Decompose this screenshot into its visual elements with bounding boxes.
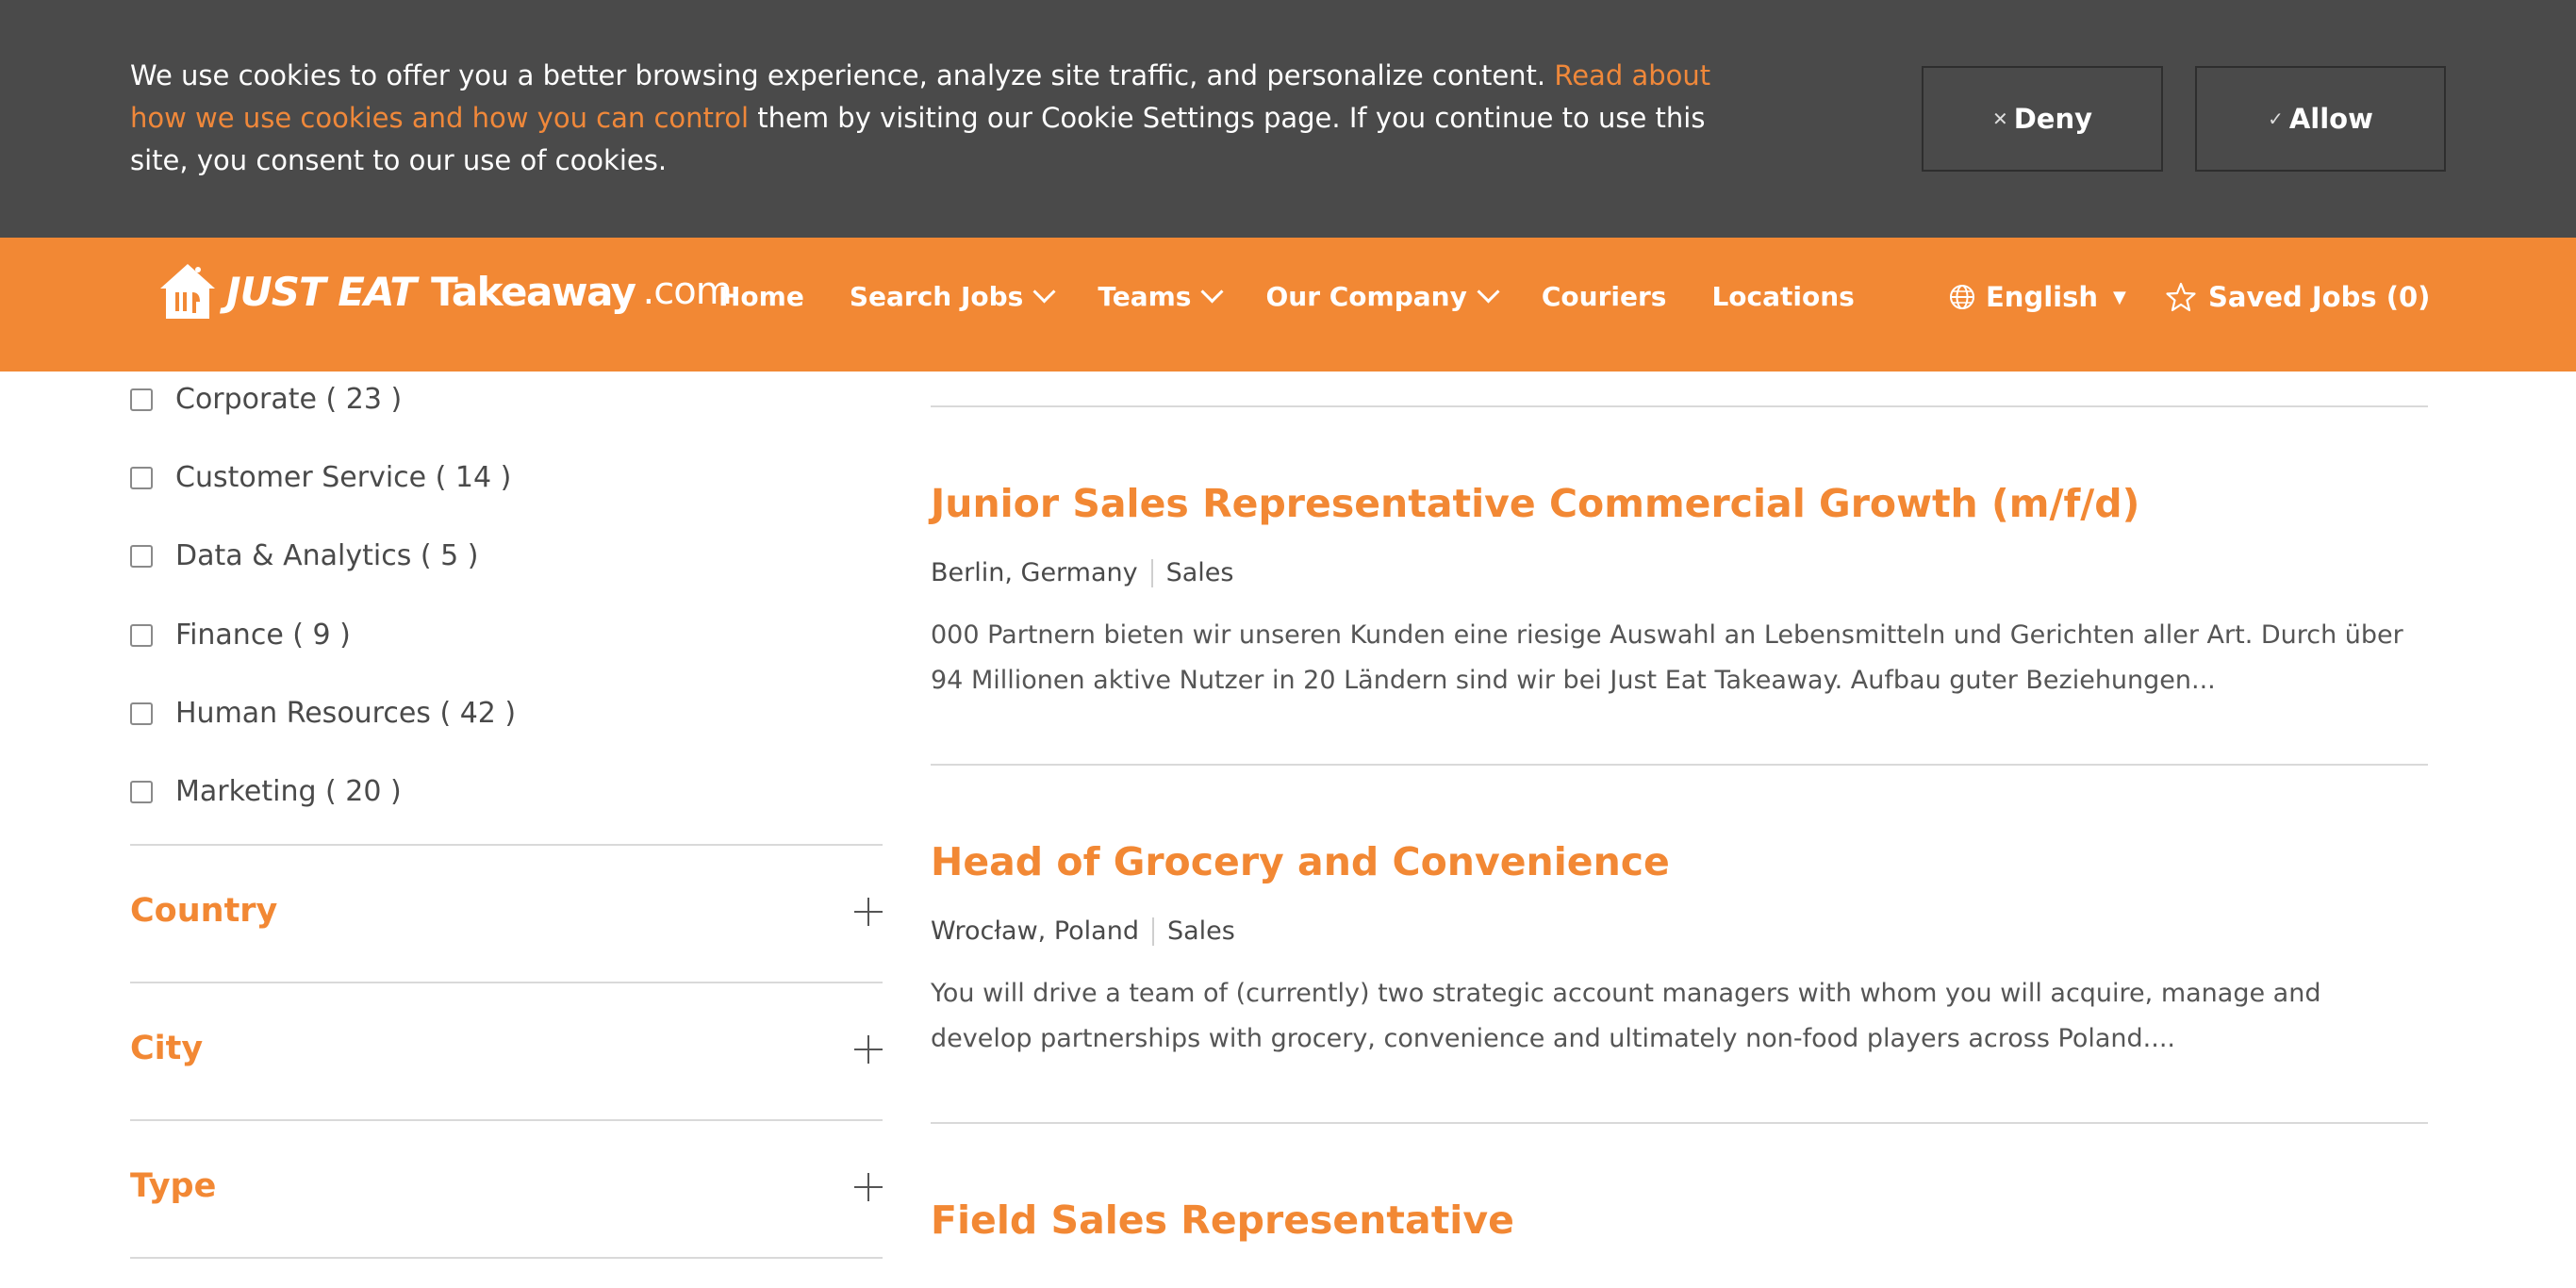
job-meta: Wrocław, Poland Sales [931,916,1235,946]
chevron-down-icon [1200,280,1224,304]
checkbox[interactable] [130,624,153,647]
job-description: 000 Partnern bieten wir unseren Kunden e… [931,620,2403,695]
divider [130,1257,883,1259]
site-logo[interactable]: JUST EAT Takeaway .com [157,260,733,322]
job-location: Berlin, Germany [931,558,1138,587]
close-icon: ✕ [1991,107,2008,130]
filter-option-label: Marketing ( 20 ) [175,775,402,808]
filter-option-label: Finance ( 9 ) [175,619,351,652]
allow-cookies-button[interactable]: ✓ Allow [2195,66,2446,172]
filter-option[interactable]: Finance ( 9 ) [130,619,351,652]
filter-option[interactable]: Human Resources ( 42 ) [130,697,516,730]
job-team: Sales [1166,916,1235,946]
filter-option-label: Human Resources ( 42 ) [175,697,517,730]
job-title-link[interactable]: Junior Sales Representative Commercial G… [931,481,2139,526]
meta-separator [1150,558,1153,587]
job-description: You will drive a team of (currently) two… [931,979,2321,1053]
nav-search-jobs[interactable]: Search Jobs [849,280,1056,312]
main-nav: Home Search Jobs Teams Our Company Couri… [718,280,1855,312]
filter-option-label: Data & Analytics ( 5 ) [175,539,479,572]
chevron-down-icon [1032,280,1056,304]
cookie-message: We use cookies to offer you a better bro… [130,55,1771,182]
language-selector[interactable]: English ▼ [1948,281,2126,313]
divider [931,405,2428,407]
plus-icon[interactable] [854,1173,883,1201]
divider [130,844,883,846]
site-header: JUST EAT Takeaway .com Home Search Jobs T… [0,238,2576,372]
nav-home-label: Home [718,281,804,312]
nav-home[interactable]: Home [718,281,804,312]
nav-teams[interactable]: Teams [1098,280,1224,312]
filter-option-label: Customer Service ( 14 ) [175,461,512,494]
filter-option-label: Corporate ( 23 ) [175,383,403,416]
logo-just-eat: JUST EAT [226,268,417,315]
job-title-link[interactable]: Field Sales Representative [931,1197,1514,1243]
checkbox[interactable] [130,781,153,803]
meta-separator [1151,916,1154,946]
divider [130,982,883,983]
caret-down-icon: ▼ [2113,287,2126,307]
globe-icon [1950,285,1974,309]
nav-search-jobs-label: Search Jobs [849,281,1024,312]
nav-couriers[interactable]: Couriers [1542,281,1667,312]
filter-option[interactable]: Customer Service ( 14 ) [130,461,511,494]
filter-option[interactable]: Marketing ( 20 ) [130,775,402,808]
nav-locations-label: Locations [1711,281,1855,312]
logo-takeaway: Takeaway [431,268,636,315]
nav-couriers-label: Couriers [1541,281,1667,312]
divider [130,1119,883,1121]
category-filter-list: Corporate ( 23 ) Customer Service ( 14 )… [130,372,883,811]
deny-cookies-button[interactable]: ✕ Deny [1922,66,2163,172]
cookie-text-before: We use cookies to offer you a better bro… [130,59,1555,91]
accordion-country[interactable]: Country [130,892,277,930]
job-meta: Berlin, Germany Sales [931,558,1234,587]
house-logo-icon [160,264,215,319]
deny-label: Deny [2013,103,2093,135]
chevron-down-icon [1477,280,1500,304]
accordion-type[interactable]: Type [130,1167,216,1205]
nav-our-company[interactable]: Our Company [1265,280,1500,312]
filter-option[interactable]: Data & Analytics ( 5 ) [130,539,478,572]
checkbox[interactable] [130,467,153,489]
nav-our-company-label: Our Company [1265,281,1467,312]
allow-label: Allow [2288,103,2373,135]
nav-teams-label: Teams [1098,281,1192,312]
saved-jobs-label: Saved Jobs (0) [2208,281,2431,313]
accordion-city[interactable]: City [130,1030,203,1067]
plus-icon[interactable] [854,1035,883,1064]
job-location: Wrocław, Poland [931,916,1139,946]
divider [931,764,2428,766]
checkbox[interactable] [130,702,153,725]
check-icon: ✓ [2268,107,2284,130]
star-icon [2166,282,2196,312]
filter-option[interactable]: Corporate ( 23 ) [130,383,402,416]
checkbox[interactable] [130,388,153,411]
divider [931,1122,2428,1124]
cookie-banner: We use cookies to offer you a better bro… [0,0,2576,238]
job-team: Sales [1165,558,1234,587]
job-title-link[interactable]: Head of Grocery and Convenience [931,839,1670,884]
checkbox[interactable] [130,545,153,568]
nav-locations[interactable]: Locations [1711,281,1854,312]
language-label: English [1986,281,2099,313]
plus-icon[interactable] [854,898,883,926]
saved-jobs-link[interactable]: Saved Jobs (0) [2165,281,2430,313]
